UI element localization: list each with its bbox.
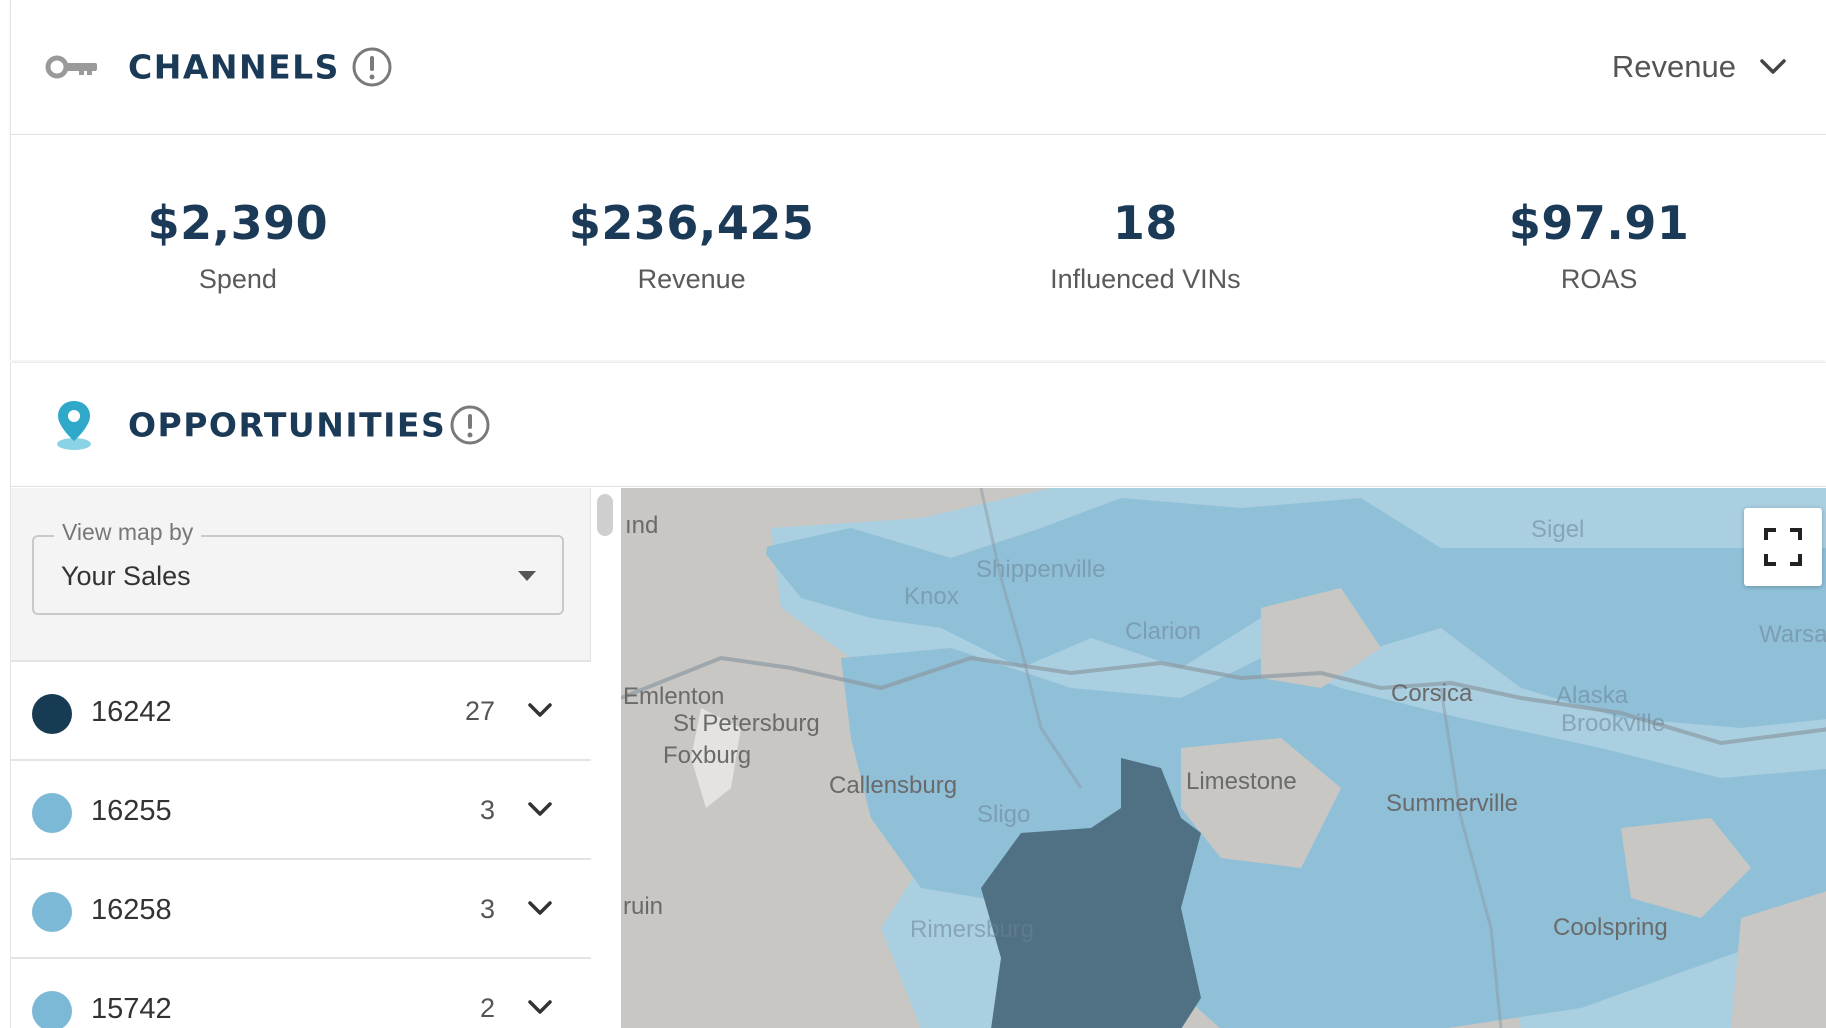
map-label: Clarion bbox=[1125, 618, 1202, 645]
sales-map[interactable]: ınd Knox Shippenville Sigel Clarion Wars… bbox=[621, 488, 1826, 1028]
dashboard-page: CHANNELS Revenue $2,390 Spend $236,425 R… bbox=[0, 0, 1826, 1028]
map-label: Limestone bbox=[1186, 768, 1297, 795]
stat-spend: $2,390 Spend bbox=[11, 136, 465, 360]
stat-label: ROAS bbox=[1560, 264, 1638, 294]
list-item[interactable]: 16255 3 bbox=[11, 759, 591, 858]
zip-color-dot bbox=[32, 793, 72, 833]
map-label: ınd bbox=[625, 512, 659, 539]
view-map-by-value: Your Sales bbox=[61, 561, 191, 591]
map-label: Sligo bbox=[977, 801, 1031, 828]
map-label: Sigel bbox=[1531, 516, 1585, 543]
zip-count: 27 bbox=[464, 696, 495, 726]
map-label: Summerville bbox=[1386, 790, 1519, 817]
map-label: Corsica bbox=[1391, 680, 1473, 707]
zip-code: 16255 bbox=[91, 795, 172, 827]
list-item[interactable]: 16242 27 bbox=[11, 660, 591, 759]
map-label: Coolspring bbox=[1553, 914, 1668, 941]
map-label: ruin bbox=[623, 893, 664, 920]
fullscreen-icon bbox=[1764, 528, 1802, 566]
stat-label: Revenue bbox=[637, 264, 746, 294]
chevron-down-icon[interactable] bbox=[527, 999, 553, 1017]
chevron-down-icon bbox=[1760, 59, 1786, 74]
zip-color-dot bbox=[32, 694, 72, 734]
list-item[interactable]: 15742 2 bbox=[11, 957, 591, 1028]
stat-influenced-vins: 18 Influenced VINs bbox=[919, 136, 1373, 360]
zip-code: 16258 bbox=[91, 894, 172, 926]
channel-stats: $2,390 Spend $236,425 Revenue 18 Influen… bbox=[11, 136, 1826, 360]
zip-count: 3 bbox=[479, 795, 495, 825]
opportunities-title: OPPORTUNITIES bbox=[128, 405, 447, 444]
zip-code: 15742 bbox=[91, 993, 172, 1025]
key-icon bbox=[45, 55, 97, 79]
map-label: Warsav bbox=[1759, 621, 1826, 648]
revenue-dropdown-label: Revenue bbox=[1611, 49, 1736, 84]
stat-revenue: $236,425 Revenue bbox=[465, 136, 919, 360]
channels-header: CHANNELS Revenue bbox=[11, 0, 1826, 135]
map-pin-icon bbox=[57, 400, 91, 450]
opportunities-header: OPPORTUNITIES bbox=[11, 363, 1826, 487]
map-label: Rimersburg bbox=[910, 916, 1035, 943]
map-label: St Petersburg bbox=[673, 710, 820, 737]
zip-code: 16242 bbox=[91, 696, 172, 728]
chevron-down-icon[interactable] bbox=[527, 702, 553, 720]
zip-list: 16242 27 16255 3 16258 3 15742 2 bbox=[11, 660, 591, 1028]
map-label: Knox bbox=[904, 583, 959, 610]
channels-card: CHANNELS Revenue $2,390 Spend $236,425 R… bbox=[10, 0, 1826, 360]
map-label: Foxburg bbox=[663, 742, 752, 769]
panel-scrollbar[interactable] bbox=[597, 494, 613, 536]
chevron-down-icon[interactable] bbox=[527, 801, 553, 819]
stat-value: $2,390 bbox=[147, 196, 329, 250]
map-regions bbox=[621, 488, 1826, 1028]
channels-info-icon[interactable] bbox=[351, 46, 393, 88]
map-label: Callensburg bbox=[829, 772, 958, 799]
zip-count: 2 bbox=[479, 993, 495, 1023]
revenue-dropdown[interactable]: Revenue bbox=[1612, 49, 1788, 85]
channels-title: CHANNELS bbox=[128, 47, 340, 87]
map-label: Emlenton bbox=[623, 683, 725, 710]
stat-value: 18 bbox=[1112, 196, 1178, 250]
zip-color-dot bbox=[32, 991, 72, 1028]
map-label: Brookville bbox=[1561, 710, 1666, 737]
list-item[interactable]: 16258 3 bbox=[11, 858, 591, 957]
stat-value: $97.91 bbox=[1508, 196, 1690, 250]
map-label: Alaska bbox=[1556, 682, 1629, 709]
zip-color-dot bbox=[32, 892, 72, 932]
stat-label: Influenced VINs bbox=[1050, 264, 1241, 294]
zip-panel: View map by Your Sales 16242 27 16255 3 bbox=[11, 488, 613, 1028]
opportunities-card: OPPORTUNITIES View map by Your Sales 162… bbox=[10, 362, 1826, 1028]
map-label: Shippenville bbox=[976, 556, 1106, 583]
stat-label: Spend bbox=[198, 264, 277, 294]
stat-roas: $97.91 ROAS bbox=[1372, 136, 1826, 360]
stat-value: $236,425 bbox=[568, 196, 815, 250]
fullscreen-button[interactable] bbox=[1744, 508, 1822, 586]
caret-down-icon bbox=[518, 571, 536, 581]
zip-count: 3 bbox=[479, 894, 495, 924]
opportunities-info-icon[interactable] bbox=[449, 404, 491, 446]
view-map-by-label: View map by bbox=[54, 519, 202, 546]
chevron-down-icon[interactable] bbox=[527, 900, 553, 918]
view-map-by-select[interactable]: View map by Your Sales bbox=[32, 519, 564, 615]
